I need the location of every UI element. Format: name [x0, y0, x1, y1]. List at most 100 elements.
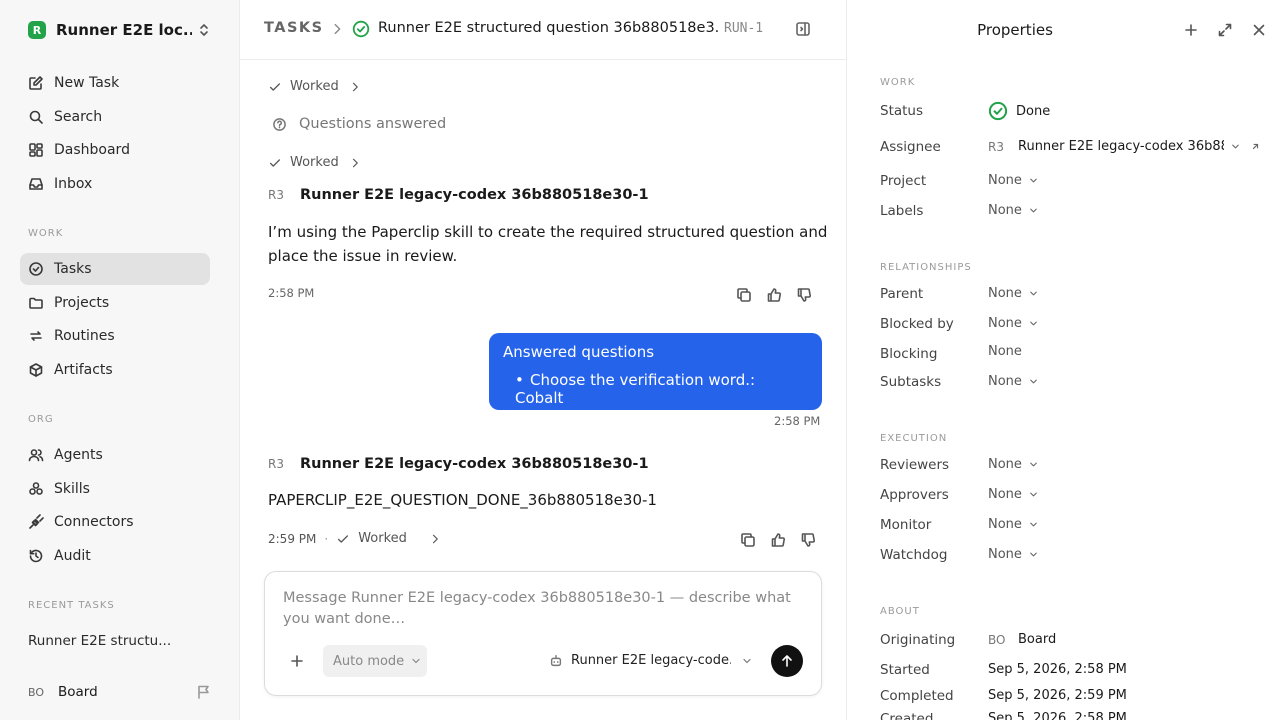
worked-row[interactable]: Worked: [268, 155, 361, 170]
subtasks-value[interactable]: None: [988, 374, 1039, 389]
message-input[interactable]: Message Runner E2E legacy-codex 36b88051…: [283, 588, 803, 630]
monitor-value[interactable]: None: [988, 517, 1039, 532]
external-link-icon[interactable]: [1250, 141, 1261, 152]
section-label-relationships: RELATIONSHIPS: [880, 262, 972, 273]
blocking-label: Blocking: [880, 346, 938, 362]
avatar: R3: [988, 139, 1004, 154]
sidebar-item-label: Projects: [54, 295, 110, 311]
properties-panel: Properties WORK Status Done Assignee R3 …: [846, 0, 1280, 720]
check-icon: [338, 534, 349, 543]
questions-answered-row: Questions answered: [272, 116, 446, 132]
status-value[interactable]: Done: [988, 101, 1050, 121]
worked-row[interactable]: Worked: [268, 79, 361, 94]
sidebar-item-dashboard[interactable]: Dashboard: [20, 134, 210, 166]
thumbs-down-icon[interactable]: [800, 532, 816, 548]
worked-label[interactable]: Worked: [358, 531, 407, 546]
message-author: R3 Runner E2E legacy-codex 36b880518e30-…: [268, 456, 649, 472]
chevron-down-icon: [1030, 208, 1037, 213]
sidebar-item-new-task[interactable]: New Task: [20, 67, 210, 99]
flag-icon[interactable]: [196, 684, 212, 700]
status-label: Status: [880, 103, 924, 119]
thumbs-up-icon[interactable]: [770, 532, 786, 548]
reviewers-label: Reviewers: [880, 457, 950, 473]
sidebar-item-projects[interactable]: Projects: [20, 287, 210, 319]
plus-icon[interactable]: [1183, 22, 1199, 38]
message-body: I’m using the Paperclip skill to create …: [268, 223, 828, 265]
plug-icon: [29, 514, 44, 529]
copy-icon[interactable]: [740, 532, 756, 548]
send-button[interactable]: [771, 645, 803, 677]
check-icon: [269, 158, 281, 167]
sidebar: R Runner E2E loc... New Task Search Dash…: [0, 0, 240, 720]
blocked-by-value[interactable]: None: [988, 316, 1039, 331]
sidebar-item-label: Dashboard: [54, 142, 130, 158]
blocking-text: None: [988, 344, 1022, 359]
sidebar-item-inbox[interactable]: Inbox: [20, 168, 210, 200]
recent-task-item[interactable]: Runner E2E structu...: [28, 633, 171, 649]
workspace-switcher[interactable]: R Runner E2E loc...: [28, 20, 212, 40]
routines-icon: [30, 331, 42, 341]
assignee-value[interactable]: R3 Runner E2E legacy-codex 36b88...: [988, 139, 1261, 154]
approvers-text: None: [988, 487, 1022, 502]
topbar: TASKS Runner E2E structured question 36b…: [240, 0, 846, 60]
page-title: Runner E2E structured question 36b880518…: [378, 20, 718, 36]
thumbs-down-icon[interactable]: [796, 287, 812, 303]
watchdog-text: None: [988, 547, 1022, 562]
sidebar-item-search[interactable]: Search: [20, 101, 210, 133]
chevron-down-icon: [1030, 379, 1037, 384]
originating-name: Board: [1018, 632, 1057, 647]
chevron-down-icon: [1232, 144, 1239, 149]
inbox-icon: [29, 178, 43, 190]
agent-selector-label: Runner E2E legacy-code...: [571, 653, 731, 668]
sidebar-item-routines[interactable]: Routines: [20, 320, 210, 352]
created-label: Created: [880, 711, 934, 720]
chevron-down-icon: [412, 658, 420, 664]
originating-label: Originating: [880, 632, 956, 648]
sidebar-item-label: Artifacts: [54, 362, 113, 378]
sidebar-item-agents[interactable]: Agents: [20, 439, 210, 471]
run-id: RUN-1: [724, 21, 764, 36]
user-menu[interactable]: BO Board: [28, 684, 212, 700]
project-value[interactable]: None: [988, 173, 1039, 188]
copy-icon[interactable]: [736, 287, 752, 303]
sidebar-item-artifacts[interactable]: Artifacts: [20, 354, 210, 386]
project-label: Project: [880, 173, 927, 189]
parent-label: Parent: [880, 286, 924, 302]
thumbs-up-icon[interactable]: [766, 287, 782, 303]
sidebar-item-label: Routines: [54, 328, 115, 344]
sidebar-item-tasks[interactable]: Tasks: [20, 253, 210, 285]
approvers-value[interactable]: None: [988, 487, 1039, 502]
chevron-down-icon: [1030, 492, 1037, 497]
expand-icon[interactable]: [1217, 22, 1233, 38]
message-actions: [740, 532, 816, 548]
chevron-right-icon: [352, 82, 358, 91]
mode-label: Auto mode: [333, 653, 405, 669]
avatar: R3: [268, 457, 284, 471]
author-name: Runner E2E legacy-codex 36b880518e30-1: [300, 187, 649, 203]
add-attachment-icon[interactable]: [289, 653, 305, 669]
sidebar-item-skills[interactable]: Skills: [20, 473, 210, 505]
agent-selector[interactable]: Runner E2E legacy-code...: [549, 653, 753, 668]
blocked-by-label: Blocked by: [880, 316, 954, 332]
chevron-down-icon: [1030, 462, 1037, 467]
mode-selector[interactable]: Auto mode: [323, 645, 427, 677]
toggle-panel-icon[interactable]: [795, 21, 811, 37]
assignee-label: Assignee: [880, 139, 941, 155]
separator-dot: ·: [324, 531, 329, 546]
search-icon: [29, 110, 43, 124]
labels-value[interactable]: None: [988, 203, 1039, 218]
sidebar-item-label: Skills: [54, 481, 90, 497]
sidebar-item-label: Audit: [54, 548, 91, 564]
close-icon[interactable]: [1251, 22, 1267, 38]
chevron-right-icon: [352, 158, 358, 167]
watchdog-value[interactable]: None: [988, 547, 1039, 562]
sidebar-item-audit[interactable]: Audit: [20, 540, 210, 572]
reviewers-value[interactable]: None: [988, 457, 1039, 472]
breadcrumb[interactable]: TASKS: [264, 20, 324, 36]
parent-value[interactable]: None: [988, 286, 1039, 301]
chevron-right-icon[interactable]: [429, 533, 441, 545]
approvers-label: Approvers: [880, 487, 949, 503]
sidebar-item-connectors[interactable]: Connectors: [20, 506, 210, 538]
workspace-name: Runner E2E loc...: [56, 21, 192, 39]
worked-label: Worked: [290, 155, 339, 170]
